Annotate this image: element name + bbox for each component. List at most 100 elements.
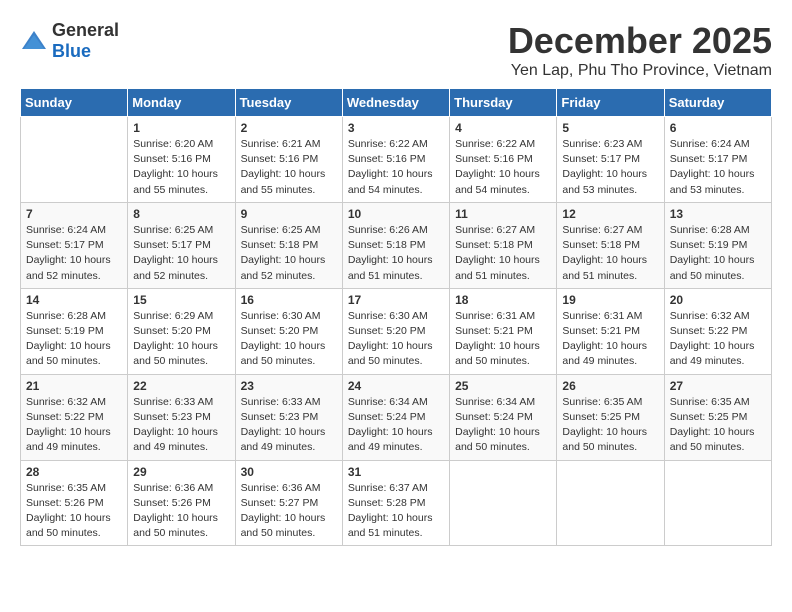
calendar-cell: 8 Sunrise: 6:25 AMSunset: 5:17 PMDaylight… (128, 202, 235, 288)
day-detail: Sunrise: 6:34 AMSunset: 5:24 PMDaylight:… (455, 395, 551, 456)
day-detail: Sunrise: 6:22 AMSunset: 5:16 PMDaylight:… (455, 137, 551, 198)
calendar-cell (450, 460, 557, 546)
day-number: 10 (348, 207, 444, 221)
title-block: December 2025 Yen Lap, Phu Tho Province,… (508, 20, 772, 80)
day-detail: Sunrise: 6:23 AMSunset: 5:17 PMDaylight:… (562, 137, 658, 198)
calendar-week-row: 7Sunrise: 6:24 AMSunset: 5:17 PMDaylight… (21, 202, 772, 288)
day-detail: Sunrise: 6:33 AMSunset: 5:23 PMDaylight:… (241, 395, 337, 456)
day-number: 25 (455, 379, 551, 393)
calendar-cell: 4 Sunrise: 6:22 AMSunset: 5:16 PMDaylight… (450, 117, 557, 203)
day-detail: Sunrise: 6:28 AMSunset: 5:19 PMDaylight:… (670, 223, 766, 284)
calendar-cell: 14 Sunrise: 6:28 AMSunset: 5:19 PMDayligh… (21, 288, 128, 374)
weekday-header: Wednesday (342, 89, 449, 117)
day-detail: Sunrise: 6:31 AMSunset: 5:21 PMDaylight:… (562, 309, 658, 370)
day-number: 1 (133, 121, 229, 135)
day-detail: Sunrise: 6:30 AMSunset: 5:20 PMDaylight:… (348, 309, 444, 370)
day-detail: Sunrise: 6:25 AMSunset: 5:18 PMDaylight:… (241, 223, 337, 284)
day-detail: Sunrise: 6:31 AMSunset: 5:21 PMDaylight:… (455, 309, 551, 370)
day-number: 21 (26, 379, 122, 393)
day-number: 29 (133, 465, 229, 479)
day-number: 16 (241, 293, 337, 307)
day-number: 4 (455, 121, 551, 135)
calendar-cell: 19 Sunrise: 6:31 AMSunset: 5:21 PMDayligh… (557, 288, 664, 374)
calendar-cell: 22 Sunrise: 6:33 AMSunset: 5:23 PMDayligh… (128, 374, 235, 460)
day-number: 15 (133, 293, 229, 307)
calendar-cell: 30 Sunrise: 6:36 AMSunset: 5:27 PMDayligh… (235, 460, 342, 546)
day-detail: Sunrise: 6:36 AMSunset: 5:27 PMDaylight:… (241, 481, 337, 542)
weekday-header: Monday (128, 89, 235, 117)
day-detail: Sunrise: 6:21 AMSunset: 5:16 PMDaylight:… (241, 137, 337, 198)
page-header: General Blue December 2025 Yen Lap, Phu … (20, 20, 772, 80)
calendar-week-row: 21 Sunrise: 6:32 AMSunset: 5:22 PMDayligh… (21, 374, 772, 460)
calendar-cell: 5Sunrise: 6:23 AMSunset: 5:17 PMDaylight… (557, 117, 664, 203)
logo-blue: Blue (52, 41, 91, 61)
day-number: 27 (670, 379, 766, 393)
calendar-cell: 24 Sunrise: 6:34 AMSunset: 5:24 PMDayligh… (342, 374, 449, 460)
logo-icon (20, 29, 48, 53)
day-number: 26 (562, 379, 658, 393)
weekday-header: Sunday (21, 89, 128, 117)
calendar-cell: 21 Sunrise: 6:32 AMSunset: 5:22 PMDayligh… (21, 374, 128, 460)
calendar-cell: 10 Sunrise: 6:26 AMSunset: 5:18 PMDayligh… (342, 202, 449, 288)
day-number: 8 (133, 207, 229, 221)
day-number: 30 (241, 465, 337, 479)
day-number: 11 (455, 207, 551, 221)
calendar-cell: 3Sunrise: 6:22 AMSunset: 5:16 PMDaylight… (342, 117, 449, 203)
day-number: 9 (241, 207, 337, 221)
day-number: 3 (348, 121, 444, 135)
day-detail: Sunrise: 6:25 AMSunset: 5:17 PMDaylight:… (133, 223, 229, 284)
day-detail: Sunrise: 6:36 AMSunset: 5:26 PMDaylight:… (133, 481, 229, 542)
day-detail: Sunrise: 6:33 AMSunset: 5:23 PMDaylight:… (133, 395, 229, 456)
calendar-cell (21, 117, 128, 203)
logo: General Blue (20, 20, 119, 62)
day-number: 14 (26, 293, 122, 307)
day-detail: Sunrise: 6:28 AMSunset: 5:19 PMDaylight:… (26, 309, 122, 370)
calendar-cell: 23Sunrise: 6:33 AMSunset: 5:23 PMDayligh… (235, 374, 342, 460)
calendar-week-row: 14 Sunrise: 6:28 AMSunset: 5:19 PMDayligh… (21, 288, 772, 374)
day-detail: Sunrise: 6:26 AMSunset: 5:18 PMDaylight:… (348, 223, 444, 284)
calendar-header-row: SundayMondayTuesdayWednesdayThursdayFrid… (21, 89, 772, 117)
logo-text: General Blue (52, 20, 119, 62)
calendar-cell: 17 Sunrise: 6:30 AMSunset: 5:20 PMDayligh… (342, 288, 449, 374)
day-number: 22 (133, 379, 229, 393)
day-number: 13 (670, 207, 766, 221)
day-number: 6 (670, 121, 766, 135)
calendar-cell: 6 Sunrise: 6:24 AMSunset: 5:17 PMDaylight… (664, 117, 771, 203)
calendar-cell: 26 Sunrise: 6:35 AMSunset: 5:25 PMDayligh… (557, 374, 664, 460)
calendar-cell: 12 Sunrise: 6:27 AMSunset: 5:18 PMDayligh… (557, 202, 664, 288)
day-detail: Sunrise: 6:32 AMSunset: 5:22 PMDaylight:… (26, 395, 122, 456)
day-detail: Sunrise: 6:35 AMSunset: 5:25 PMDaylight:… (670, 395, 766, 456)
calendar-cell: 20Sunrise: 6:32 AMSunset: 5:22 PMDayligh… (664, 288, 771, 374)
weekday-header: Tuesday (235, 89, 342, 117)
calendar-cell: 25 Sunrise: 6:34 AMSunset: 5:24 PMDayligh… (450, 374, 557, 460)
day-detail: Sunrise: 6:32 AMSunset: 5:22 PMDaylight:… (670, 309, 766, 370)
calendar-cell (664, 460, 771, 546)
day-number: 12 (562, 207, 658, 221)
day-detail: Sunrise: 6:27 AMSunset: 5:18 PMDaylight:… (562, 223, 658, 284)
calendar-table: SundayMondayTuesdayWednesdayThursdayFrid… (20, 88, 772, 546)
calendar-week-row: 28Sunrise: 6:35 AMSunset: 5:26 PMDayligh… (21, 460, 772, 546)
calendar-cell: 28Sunrise: 6:35 AMSunset: 5:26 PMDayligh… (21, 460, 128, 546)
day-number: 7 (26, 207, 122, 221)
day-detail: Sunrise: 6:27 AMSunset: 5:18 PMDaylight:… (455, 223, 551, 284)
day-number: 18 (455, 293, 551, 307)
calendar-cell: 16Sunrise: 6:30 AMSunset: 5:20 PMDayligh… (235, 288, 342, 374)
day-number: 24 (348, 379, 444, 393)
calendar-cell: 2Sunrise: 6:21 AMSunset: 5:16 PMDaylight… (235, 117, 342, 203)
calendar-week-row: 1 Sunrise: 6:20 AMSunset: 5:16 PMDaylight… (21, 117, 772, 203)
calendar-cell: 1 Sunrise: 6:20 AMSunset: 5:16 PMDaylight… (128, 117, 235, 203)
day-detail: Sunrise: 6:34 AMSunset: 5:24 PMDaylight:… (348, 395, 444, 456)
day-detail: Sunrise: 6:35 AMSunset: 5:25 PMDaylight:… (562, 395, 658, 456)
location-subtitle: Yen Lap, Phu Tho Province, Vietnam (508, 62, 772, 80)
calendar-cell: 9 Sunrise: 6:25 AMSunset: 5:18 PMDaylight… (235, 202, 342, 288)
calendar-cell: 29 Sunrise: 6:36 AMSunset: 5:26 PMDayligh… (128, 460, 235, 546)
day-detail: Sunrise: 6:24 AMSunset: 5:17 PMDaylight:… (670, 137, 766, 198)
calendar-cell: 13 Sunrise: 6:28 AMSunset: 5:19 PMDayligh… (664, 202, 771, 288)
calendar-cell: 27 Sunrise: 6:35 AMSunset: 5:25 PMDayligh… (664, 374, 771, 460)
month-title: December 2025 (508, 20, 772, 62)
day-number: 19 (562, 293, 658, 307)
day-number: 17 (348, 293, 444, 307)
calendar-cell: 31Sunrise: 6:37 AMSunset: 5:28 PMDayligh… (342, 460, 449, 546)
day-detail: Sunrise: 6:20 AMSunset: 5:16 PMDaylight:… (133, 137, 229, 198)
day-number: 28 (26, 465, 122, 479)
